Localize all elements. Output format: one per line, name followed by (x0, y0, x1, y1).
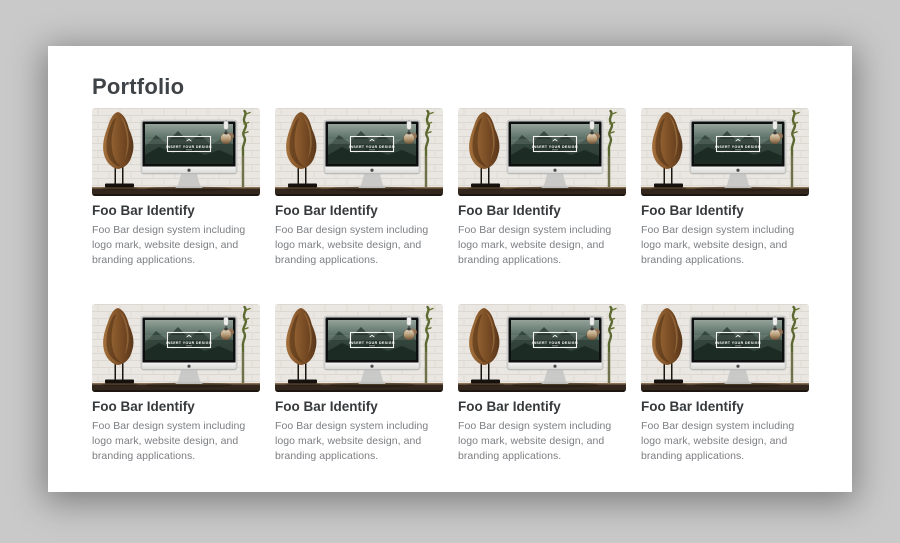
imac-desk-mockup-image: INSERT YOUR DESIGN (92, 108, 260, 196)
portfolio-card: INSERT YOUR DESIGN Foo Bar Identify (275, 304, 443, 464)
portfolio-thumbnail[interactable]: INSERT YOUR DESIGN (92, 108, 260, 196)
screen-subtitle-mark (735, 345, 741, 346)
card-title: Foo Bar Identify (458, 203, 626, 219)
card-title: Foo Bar Identify (641, 399, 809, 415)
imac-desk-mockup-image: INSERT YOUR DESIGN (641, 108, 809, 196)
apple-logo-icon (187, 365, 190, 368)
card-description: Foo Bar design system including logo mar… (458, 223, 626, 268)
screen-design-frame: INSERT YOUR DESIGN (715, 333, 761, 348)
screen-subtitle-mark (186, 345, 192, 346)
card-description: Foo Bar design system including logo mar… (458, 419, 626, 464)
screen-subtitle-mark (369, 345, 375, 346)
imac-desk-mockup-image: INSERT YOUR DESIGN (458, 108, 626, 196)
card-description: Foo Bar design system including logo mar… (275, 419, 443, 464)
screen-subtitle-mark (735, 149, 741, 150)
screen-design-frame: INSERT YOUR DESIGN (532, 333, 578, 348)
portfolio-thumbnail[interactable]: INSERT YOUR DESIGN (275, 108, 443, 196)
portfolio-grid: INSERT YOUR DESIGN Foo Bar Identify (92, 108, 809, 464)
apple-logo-icon (553, 169, 556, 172)
portfolio-card: INSERT YOUR DESIGN Foo Bar Identify (92, 304, 260, 464)
screen-design-frame: INSERT YOUR DESIGN (715, 137, 761, 152)
portfolio-thumbnail[interactable]: INSERT YOUR DESIGN (458, 304, 626, 392)
screen-text: INSERT YOUR DESIGN (166, 145, 212, 149)
card-title: Foo Bar Identify (641, 203, 809, 219)
imac-desk-mockup-image: INSERT YOUR DESIGN (275, 108, 443, 196)
apple-logo-icon (370, 365, 373, 368)
imac-desk-mockup-image: INSERT YOUR DESIGN (275, 304, 443, 392)
imac-desk-mockup-image: INSERT YOUR DESIGN (92, 304, 260, 392)
portfolio-thumbnail[interactable]: INSERT YOUR DESIGN (92, 304, 260, 392)
card-description: Foo Bar design system including logo mar… (641, 419, 809, 464)
screen-text: INSERT YOUR DESIGN (532, 341, 578, 345)
card-description: Foo Bar design system including logo mar… (275, 223, 443, 268)
imac-desk-mockup-image: INSERT YOUR DESIGN (458, 304, 626, 392)
screen-text: INSERT YOUR DESIGN (349, 341, 395, 345)
portfolio-card: INSERT YOUR DESIGN Foo Bar Identify (458, 304, 626, 464)
apple-logo-icon (553, 365, 556, 368)
portfolio-thumbnail[interactable]: INSERT YOUR DESIGN (641, 108, 809, 196)
apple-logo-icon (736, 365, 739, 368)
card-title: Foo Bar Identify (92, 203, 260, 219)
screen-design-frame: INSERT YOUR DESIGN (349, 333, 395, 348)
screen-text: INSERT YOUR DESIGN (166, 341, 212, 345)
page-background: { "page": { "title": "Portfolio", "backg… (0, 0, 900, 543)
portfolio-card: INSERT YOUR DESIGN Foo Bar Identify (641, 108, 809, 268)
card-title: Foo Bar Identify (275, 399, 443, 415)
screen-text: INSERT YOUR DESIGN (715, 145, 761, 149)
screen-design-frame: INSERT YOUR DESIGN (166, 333, 212, 348)
screen-subtitle-mark (552, 345, 558, 346)
portfolio-card: INSERT YOUR DESIGN Foo Bar Identify (92, 108, 260, 268)
portfolio-thumbnail[interactable]: INSERT YOUR DESIGN (275, 304, 443, 392)
screen-design-frame: INSERT YOUR DESIGN (532, 137, 578, 152)
card-title: Foo Bar Identify (92, 399, 260, 415)
apple-logo-icon (370, 169, 373, 172)
screen-design-frame: INSERT YOUR DESIGN (349, 137, 395, 152)
apple-logo-icon (187, 169, 190, 172)
screen-text: INSERT YOUR DESIGN (349, 145, 395, 149)
screen-text: INSERT YOUR DESIGN (715, 341, 761, 345)
apple-logo-icon (736, 169, 739, 172)
card-title: Foo Bar Identify (275, 203, 443, 219)
screen-subtitle-mark (552, 149, 558, 150)
screen-subtitle-mark (369, 149, 375, 150)
imac-desk-mockup-image: INSERT YOUR DESIGN (641, 304, 809, 392)
portfolio-panel: Portfolio (48, 46, 852, 492)
portfolio-thumbnail[interactable]: INSERT YOUR DESIGN (641, 304, 809, 392)
screen-design-frame: INSERT YOUR DESIGN (166, 137, 212, 152)
portfolio-card: INSERT YOUR DESIGN Foo Bar Identify (458, 108, 626, 268)
screen-subtitle-mark (186, 149, 192, 150)
portfolio-card: INSERT YOUR DESIGN Foo Bar Identify (641, 304, 809, 464)
portfolio-thumbnail[interactable]: INSERT YOUR DESIGN (458, 108, 626, 196)
screen-text: INSERT YOUR DESIGN (532, 145, 578, 149)
card-title: Foo Bar Identify (458, 399, 626, 415)
card-description: Foo Bar design system including logo mar… (641, 223, 809, 268)
page-title: Portfolio (92, 74, 809, 100)
portfolio-card: INSERT YOUR DESIGN Foo Bar Identify (275, 108, 443, 268)
card-description: Foo Bar design system including logo mar… (92, 419, 260, 464)
card-description: Foo Bar design system including logo mar… (92, 223, 260, 268)
